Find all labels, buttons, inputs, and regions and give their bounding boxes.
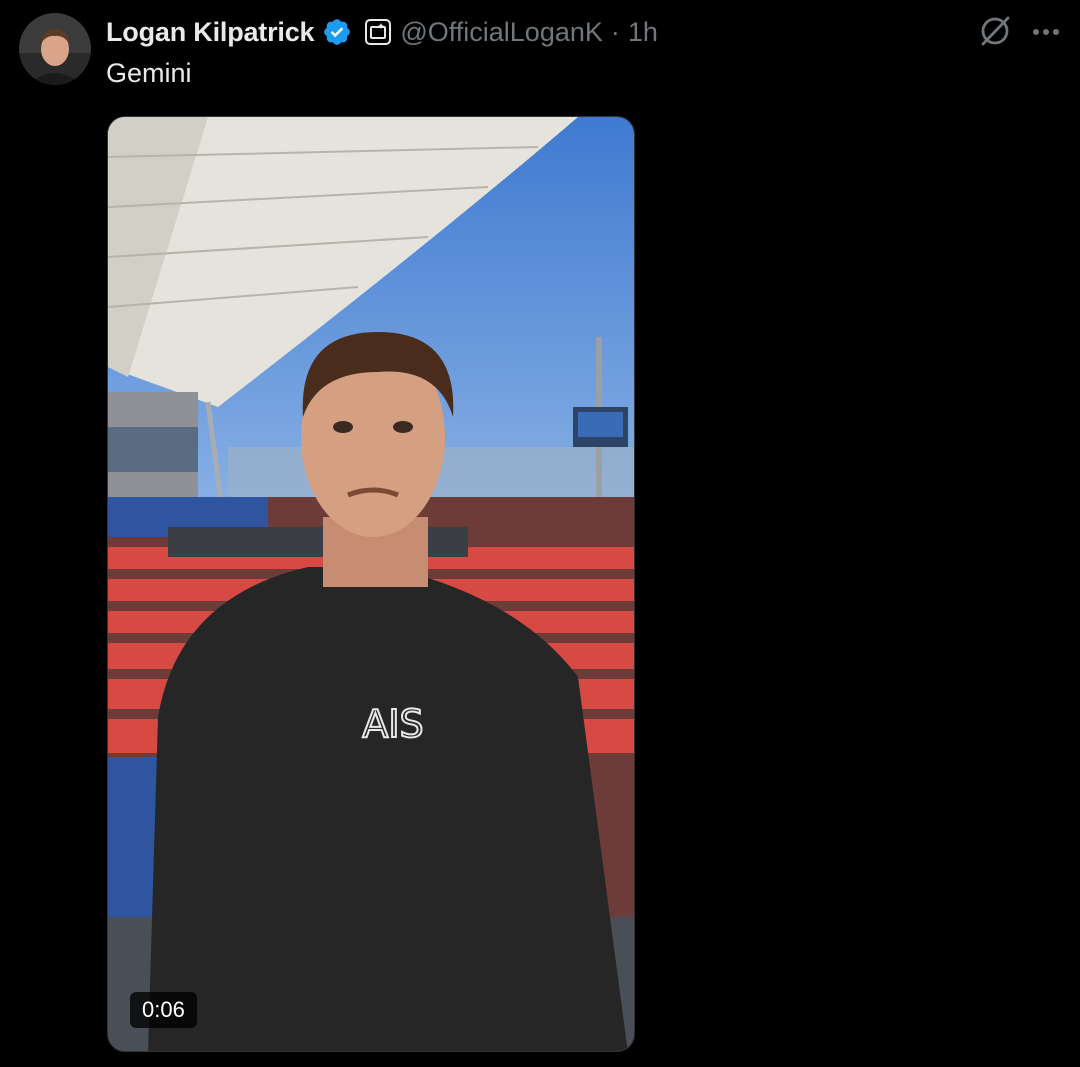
affiliation-badge-icon[interactable]	[364, 18, 392, 46]
tweet-text: Gemini	[106, 58, 192, 88]
video-frame: AIS	[108, 117, 634, 1051]
grok-icon[interactable]	[978, 14, 1012, 48]
shirt-logo: AIS	[362, 702, 423, 746]
author-name[interactable]: Logan Kilpatrick	[106, 17, 315, 48]
avatar-image	[19, 13, 91, 85]
separator: ·	[610, 16, 620, 47]
verified-badge-icon[interactable]	[322, 17, 352, 47]
video-duration: 0:06	[130, 992, 197, 1028]
avatar[interactable]	[19, 13, 91, 85]
author-handle[interactable]: @OfficialLoganK	[400, 17, 603, 48]
tweet-timestamp[interactable]: 1h	[628, 17, 658, 48]
more-icon[interactable]	[1028, 18, 1064, 46]
video-player[interactable]: AIS	[107, 116, 635, 1052]
tweet-header: Logan Kilpatrick @OfficialLoganK · 1h	[106, 14, 658, 50]
